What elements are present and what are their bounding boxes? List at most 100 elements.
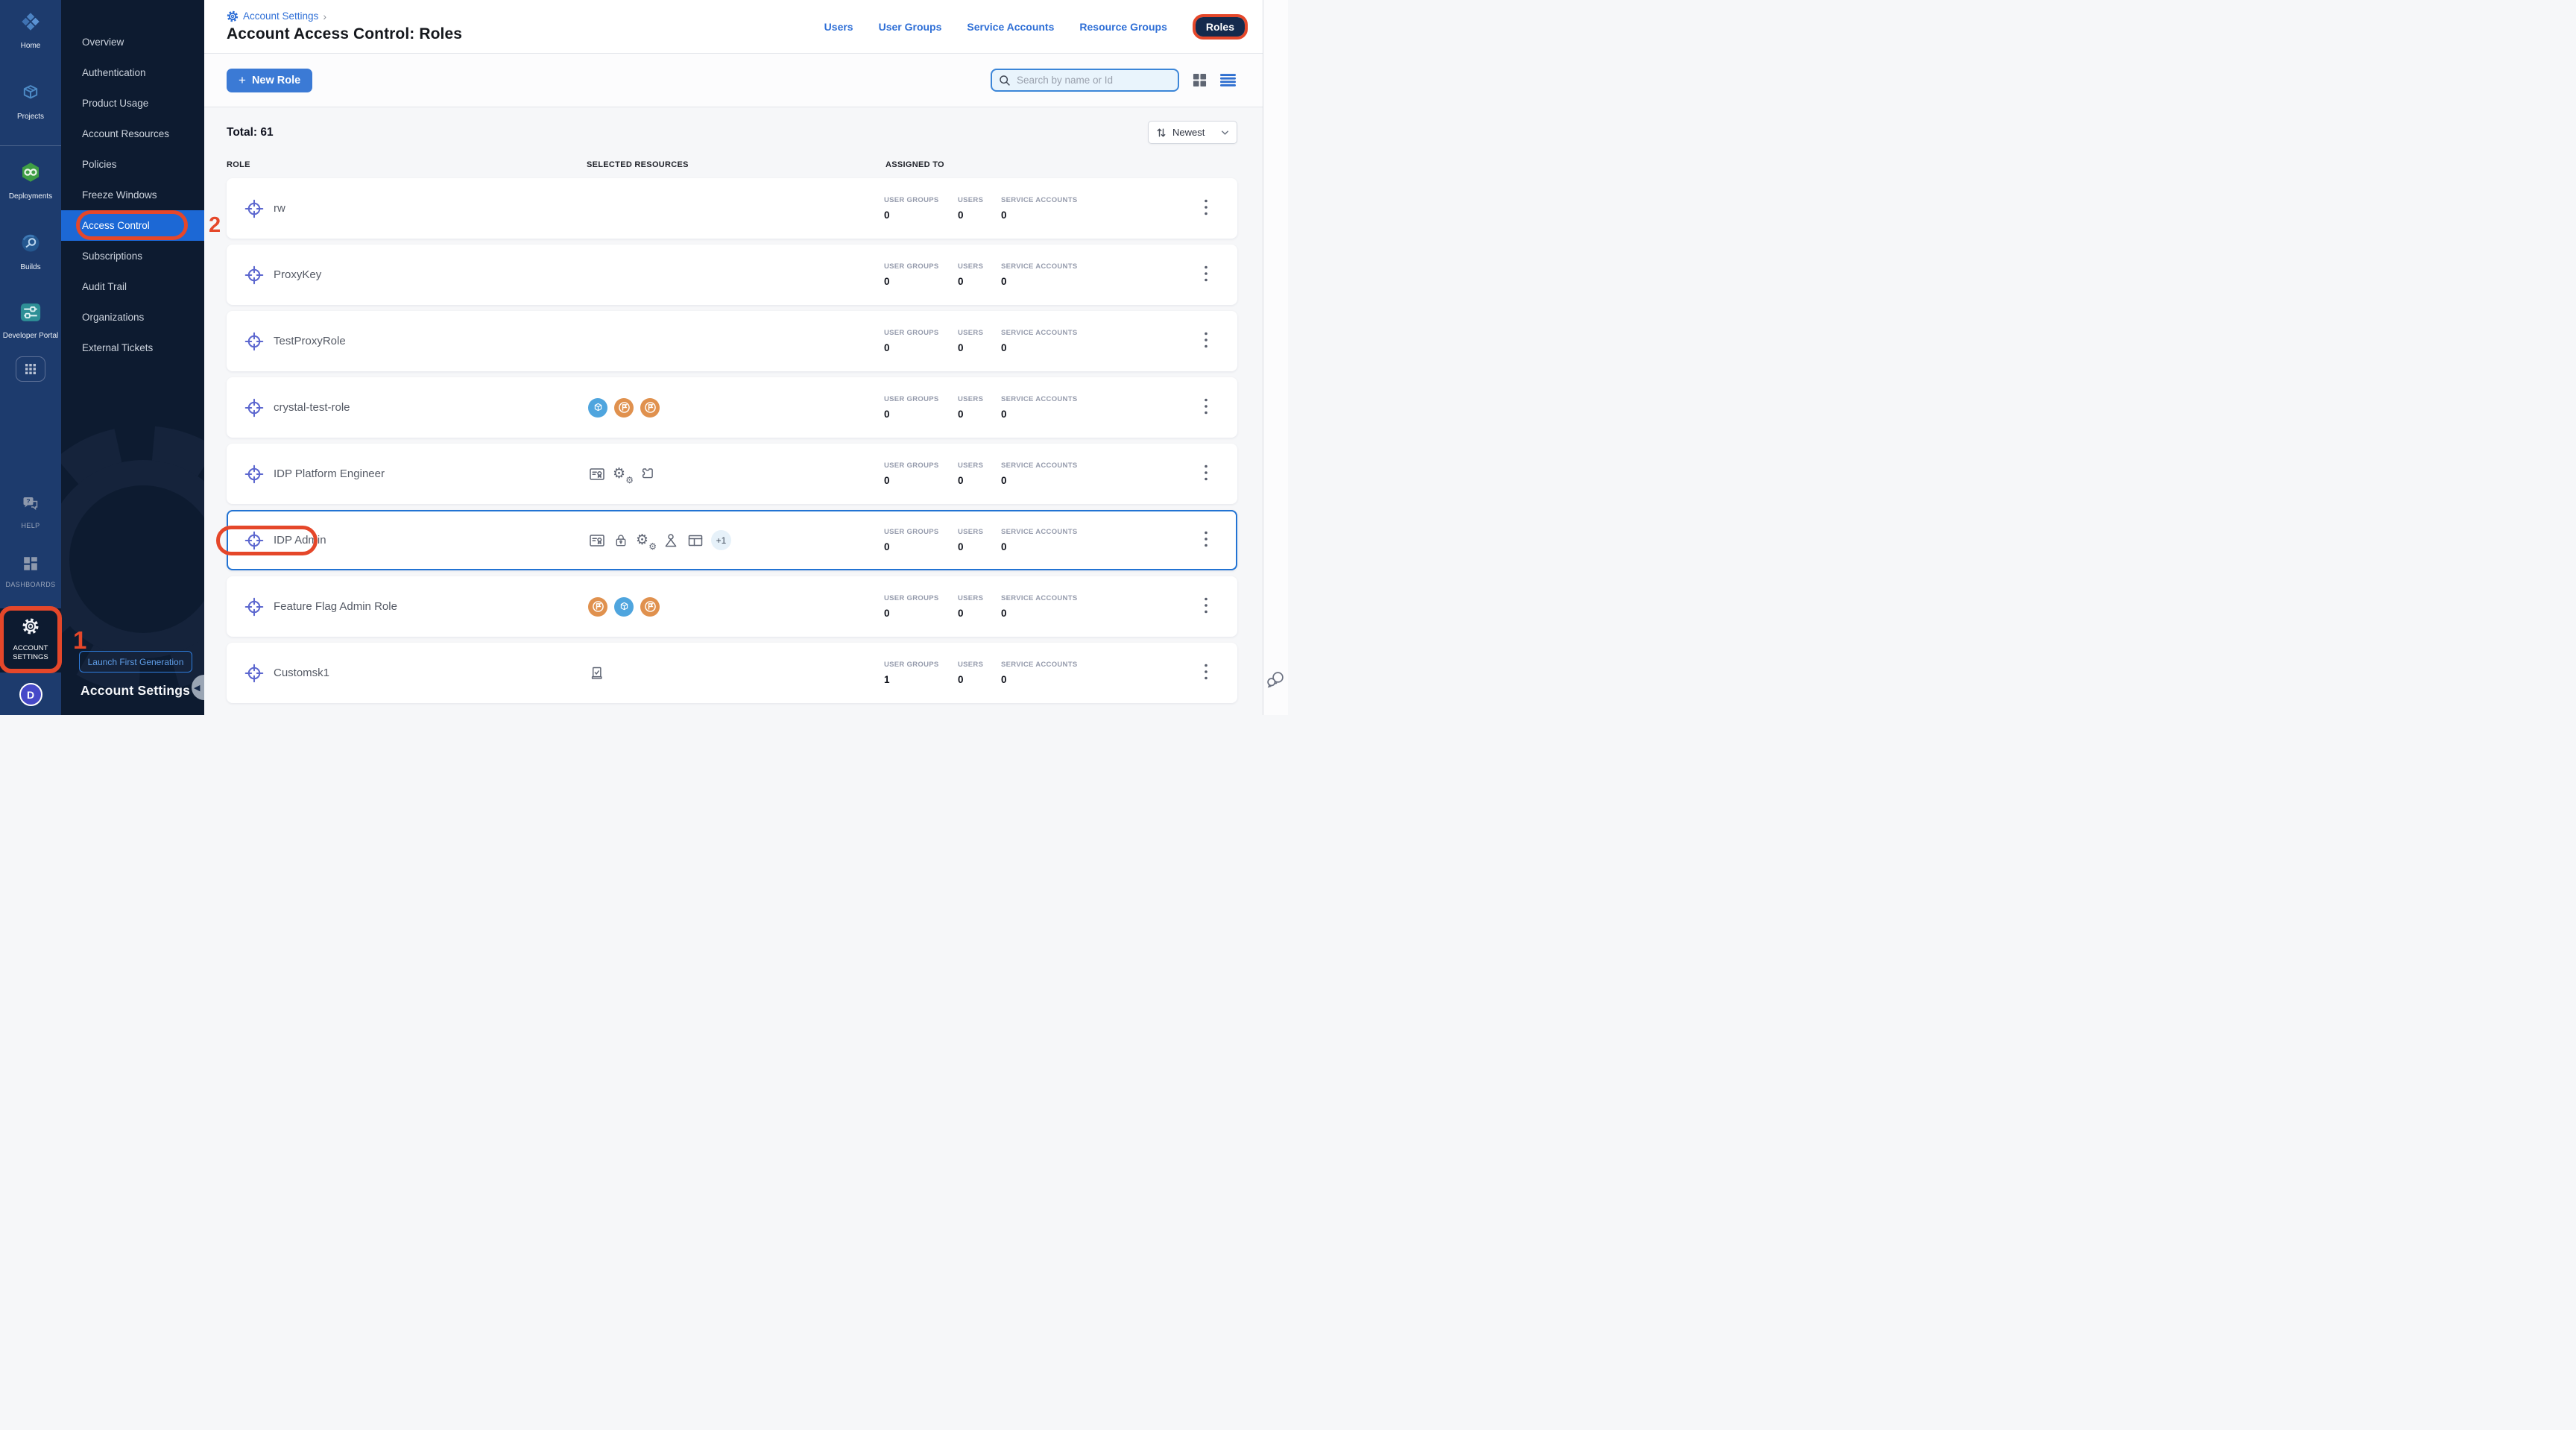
sidebar-item-label: Account Resources <box>82 128 169 139</box>
assigned-to: USER GROUPS0 USERS0 SERVICE ACCOUNTS0 <box>884 528 1176 552</box>
role-row[interactable]: Feature Flag Admin Role USER GROUPS0 USE… <box>227 576 1237 637</box>
user-groups-count: 0 <box>884 342 958 353</box>
settings-menu: OverviewAuthenticationProduct Usage Accou… <box>61 0 204 363</box>
role-name[interactable]: Customsk1 <box>274 667 329 679</box>
role-row[interactable]: IDP Admin ⚙⚙+1 USER GROUPS0 USERS0 SERVI… <box>227 510 1237 570</box>
total-count: Total: 61 <box>227 126 274 139</box>
sidebar-item-authentication[interactable]: Authentication <box>61 57 204 88</box>
tab-roles[interactable]: Roles <box>1196 17 1245 37</box>
rail-item-builds[interactable]: Builds <box>0 227 61 277</box>
tab-users[interactable]: Users <box>824 21 853 33</box>
users-count: 0 <box>958 276 1001 287</box>
kebab-menu-button[interactable] <box>1199 194 1213 223</box>
kebab-menu-button[interactable] <box>1199 658 1213 687</box>
kebab-menu-button[interactable] <box>1199 260 1213 289</box>
users-count: 0 <box>958 409 1001 420</box>
tab-resource-groups[interactable]: Resource Groups <box>1079 21 1167 33</box>
left-rail: Home Projects Deployments <box>0 0 61 715</box>
sidebar-item-label: Subscriptions <box>82 251 142 262</box>
launch-first-generation-button[interactable]: Launch First Generation <box>79 651 192 673</box>
selected-resources <box>588 597 884 617</box>
kebab-menu-button[interactable] <box>1199 592 1213 621</box>
role-name[interactable]: IDP Platform Engineer <box>274 467 385 480</box>
rail-item-label: Builds <box>20 263 40 273</box>
support-chat-icon[interactable] <box>1266 670 1286 693</box>
scrollbar-gutter[interactable] <box>1263 0 1288 715</box>
annotation-ring-account-settings <box>0 606 62 673</box>
sidebar-item-policies[interactable]: Policies <box>61 149 204 180</box>
service-accounts-label: SERVICE ACCOUNTS <box>1001 262 1077 271</box>
role-row[interactable]: rw USER GROUPS0 USERS0 SERVICE ACCOUNTS0 <box>227 178 1237 239</box>
breadcrumb-account-settings-link[interactable]: Account Settings <box>243 10 318 22</box>
kebab-menu-button[interactable] <box>1199 393 1213 422</box>
users-label: USERS <box>958 528 1001 536</box>
role-row[interactable]: TestProxyRole USER GROUPS0 USERS0 SERVIC… <box>227 311 1237 371</box>
assigned-to: USER GROUPS0 USERS0 SERVICE ACCOUNTS0 <box>884 196 1176 221</box>
sidebar-item-access-control[interactable]: Access Control <box>61 210 204 241</box>
user-groups-label: USER GROUPS <box>884 462 958 470</box>
role-name[interactable]: TestProxyRole <box>274 335 346 347</box>
role-crosshair-icon <box>244 464 264 484</box>
sort-dropdown[interactable]: Newest <box>1148 121 1237 144</box>
sidebar-item-subscriptions[interactable]: Subscriptions <box>61 241 204 271</box>
user-avatar[interactable]: D <box>19 683 42 706</box>
rail-item-dashboards[interactable]: DASHBOARDS <box>0 551 61 593</box>
rail-item-home[interactable]: Home <box>0 6 61 56</box>
kebab-menu-button[interactable] <box>1199 526 1213 555</box>
overflow-count-badge[interactable]: +1 <box>711 530 731 550</box>
rail-item-projects[interactable]: Projects <box>0 78 61 127</box>
role-row[interactable]: Customsk1 USER GROUPS1 USERS0 SERVICE AC… <box>227 643 1237 703</box>
template-icon <box>639 465 656 482</box>
tab-user-groups[interactable]: User Groups <box>879 21 942 33</box>
rail-item-account-settings[interactable]: ACCOUNT SETTINGS <box>0 608 61 673</box>
developer-portal-icon <box>19 302 42 327</box>
sidebar-item-overview[interactable]: Overview <box>61 27 204 57</box>
apps-grid-icon[interactable] <box>16 356 45 382</box>
role-row[interactable]: crystal-test-role USER GROUPS0 USERS0 SE… <box>227 377 1237 438</box>
assigned-to: USER GROUPS1 USERS0 SERVICE ACCOUNTS0 <box>884 661 1176 685</box>
users-count: 0 <box>958 210 1001 221</box>
column-header-role: ROLE <box>227 160 587 169</box>
kebab-menu-button[interactable] <box>1199 459 1213 488</box>
list-view-icon[interactable] <box>1220 74 1236 86</box>
sidebar-item-label: Organizations <box>82 312 144 323</box>
sidebar-item-label: Freeze Windows <box>82 189 157 201</box>
user-groups-count: 1 <box>884 674 958 685</box>
service-accounts-label: SERVICE ACCOUNTS <box>1001 196 1077 204</box>
rail-item-developer-portal[interactable]: Developer Portal <box>0 297 61 346</box>
dashboards-grid-icon <box>22 555 39 576</box>
kebab-menu-button[interactable] <box>1199 327 1213 356</box>
sidebar-item-external-tickets[interactable]: External Tickets <box>61 333 204 363</box>
service-accounts-label: SERVICE ACCOUNTS <box>1001 329 1077 337</box>
role-name[interactable]: rw <box>274 202 285 215</box>
sidebar-item-organizations[interactable]: Organizations <box>61 302 204 333</box>
assigned-to: USER GROUPS0 USERS0 SERVICE ACCOUNTS0 <box>884 395 1176 420</box>
rail-item-deployments[interactable]: Deployments <box>0 157 61 207</box>
role-name[interactable]: IDP Admin <box>274 534 326 547</box>
sidebar-item-freeze-windows[interactable]: Freeze Windows <box>61 180 204 210</box>
role-name[interactable]: Feature Flag Admin Role <box>274 600 397 613</box>
assigned-to: USER GROUPS0 USERS0 SERVICE ACCOUNTS0 <box>884 462 1176 486</box>
role-row[interactable]: ProxyKey USER GROUPS0 USERS0 SERVICE ACC… <box>227 245 1237 305</box>
settings-sidebar: OverviewAuthenticationProduct Usage Accou… <box>61 0 204 715</box>
user-groups-label: USER GROUPS <box>884 528 958 536</box>
rail-item-label: Deployments <box>9 192 52 202</box>
service-accounts-label: SERVICE ACCOUNTS <box>1001 661 1077 669</box>
role-name[interactable]: crystal-test-role <box>274 401 350 414</box>
tab-service-accounts[interactable]: Service Accounts <box>967 21 1054 33</box>
grid-view-icon[interactable] <box>1193 73 1207 87</box>
projects-box-icon <box>20 83 41 107</box>
role-name[interactable]: ProxyKey <box>274 268 321 281</box>
sort-value: Newest <box>1172 127 1215 138</box>
sidebar-item-audit-trail[interactable]: Audit Trail <box>61 271 204 302</box>
sidebar-item-account-resources[interactable]: Account Resources <box>61 119 204 149</box>
user-groups-label: USER GROUPS <box>884 594 958 602</box>
sidebar-item-product-usage[interactable]: Product Usage <box>61 88 204 119</box>
role-row[interactable]: IDP Platform Engineer ⚙⚙ USER GROUPS0 US… <box>227 444 1237 504</box>
annotation-step-2: 2 <box>209 213 221 238</box>
breadcrumb-gear-icon <box>227 10 239 22</box>
rail-item-label: Developer Portal <box>3 332 58 341</box>
search-input[interactable] <box>1017 75 1171 86</box>
rail-item-help[interactable]: ? HELP <box>0 491 61 535</box>
new-role-button[interactable]: + New Role <box>227 69 312 92</box>
